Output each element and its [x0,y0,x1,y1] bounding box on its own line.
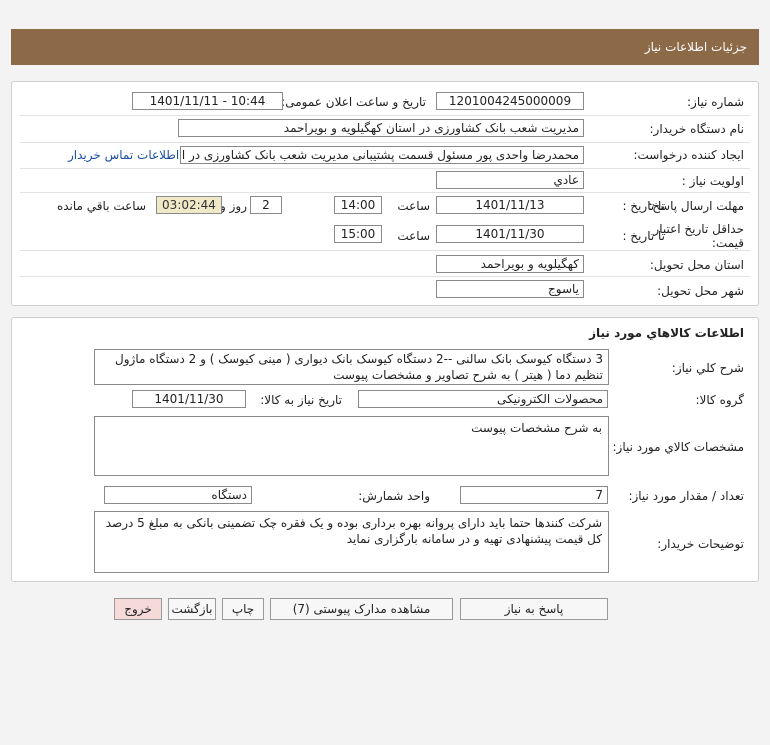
delivery-city-field: یاسوج [436,280,584,298]
goods-section-title: اطلاعات کالاهاي مورد نياز [589,326,744,340]
remaining-label: ساعت باقي مانده [56,199,146,213]
unit-field: دستگاه [104,486,252,504]
row-separator [20,115,750,116]
days-label: روز و [220,199,247,213]
need-number-label: شماره نیاز: [687,95,744,109]
print-button[interactable]: چاپ [222,598,264,620]
validity-time-field: 15:00 [334,225,382,243]
row-separator [20,168,750,169]
row-separator [20,142,750,143]
row-separator [20,250,750,251]
reply-time-label: ساعت [397,199,430,213]
validity-label-line2: قیمت: [711,236,744,250]
validity-date-field: 1401/11/30 [436,225,584,243]
need-number-field: 1201004245000009 [436,92,584,110]
qty-field: 7 [460,486,608,504]
group-field: محصولات الکترونیکی [358,390,608,408]
priority-field: عادي [436,171,584,189]
announce-label: تاریخ و ساعت اعلان عمومی: [281,95,426,109]
buyer-org-field: مدیریت شعب بانک کشاورزی در استان کهگیلوی… [178,119,584,137]
summary-label: شرح کلي نياز: [671,361,744,375]
specs-field: به شرح مشخصات پیوست [94,416,609,476]
validity-label-line1: حداقل تاریخ اعتبار [653,222,744,236]
page-header: جزئیات اطلاعات نیاز [11,29,759,65]
summary-field: 3 دستگاه کیوسک بانک سالنی --2 دستگاه کیو… [94,349,609,385]
row-separator [20,276,750,277]
reply-button[interactable]: پاسخ به نیاز [460,598,608,620]
qty-label: تعداد / مقدار مورد نیاز: [628,489,744,503]
requester-label: ایجاد کننده درخواست: [633,148,744,162]
need-date-field: 1401/11/30 [132,390,246,408]
unit-label: واحد شمارش: [358,489,430,503]
buyer-contact-link[interactable]: اطلاعات تماس خریدار [68,148,179,162]
specs-label: مشخصات کالاي مورد نياز: [612,440,744,454]
reply-date-field: 1401/11/13 [436,196,584,214]
delivery-province-label: استان محل تحویل: [649,258,744,272]
remaining-time-field: 03:02:44 [156,196,222,214]
need-date-label: تاریخ نیاز به کالا: [260,393,342,407]
priority-label: اولویت نیاز : [681,174,744,188]
requester-field: محمدرضا واحدی پور مسئول قسمت پشتیبانی مد… [180,146,584,164]
back-button[interactable]: بازگشت [168,598,216,620]
row-separator [20,192,750,193]
view-attachments-button[interactable]: مشاهده مدارک پیوستی (7) [270,598,453,620]
delivery-province-field: کهگیلویه و بویراحمد [436,255,584,273]
buyer-org-label: نام دستگاه خریدار: [649,122,745,136]
validity-to-date-label: تا تاریخ : [622,229,665,243]
buyer-notes-label: توضیحات خریدار: [657,537,744,551]
announce-field: 1401/11/11 - 10:44 [132,92,283,110]
group-label: گروه کالا: [695,393,745,407]
days-field: 2 [250,196,282,214]
validity-time-label: ساعت [397,229,430,243]
buyer-notes-field: شرکت کنندها حتما باید دارای پروانه بهره … [94,511,609,573]
reply-time-field: 14:00 [334,196,382,214]
exit-button[interactable]: خروج [114,598,162,620]
delivery-city-label: شهر محل تحویل: [657,284,744,298]
reply-to-date-label: تا تاریخ : [622,199,665,213]
